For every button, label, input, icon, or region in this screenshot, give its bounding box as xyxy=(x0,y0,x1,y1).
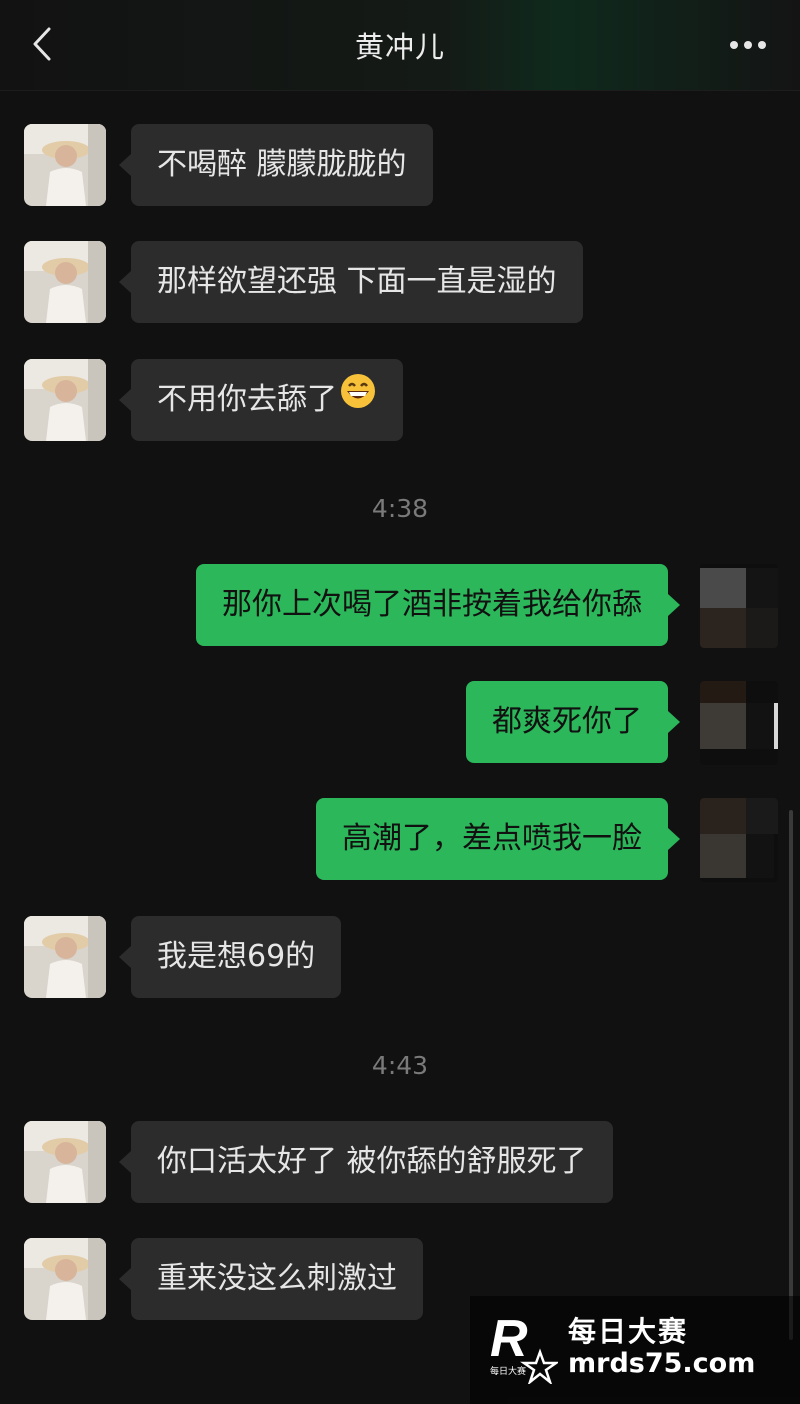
watermark-logo: R 每日大赛 xyxy=(488,1308,560,1386)
incoming-message[interactable]: 不喝醉 朦朦胧胧的 xyxy=(119,124,433,206)
outgoing-message[interactable]: 都爽死你了 xyxy=(466,681,680,763)
svg-text:每日大赛: 每日大赛 xyxy=(490,1365,526,1377)
outgoing-message[interactable]: 那你上次喝了酒非按着我给你舔 xyxy=(196,564,680,646)
user-avatar[interactable] xyxy=(700,681,778,765)
message-text: 你口活太好了 被你舔的舒服死了 xyxy=(157,1144,587,1179)
chat-title: 黄冲儿 xyxy=(354,30,445,64)
contact-avatar[interactable] xyxy=(24,1238,106,1320)
more-dots-icon xyxy=(730,41,766,49)
contact-avatar[interactable] xyxy=(24,124,106,206)
incoming-message[interactable]: 我是想69的 xyxy=(118,916,342,998)
site-watermark: R 每日大赛 每日大赛 mrds75.com xyxy=(470,1296,800,1404)
watermark-name: 每日大赛 xyxy=(568,1315,689,1348)
timestamp: 4:43 xyxy=(371,1051,429,1080)
contact-avatar[interactable] xyxy=(24,359,106,441)
scrollbar[interactable] xyxy=(789,810,793,1340)
message-text: 不用你去舔了 xyxy=(157,382,337,417)
more-button[interactable] xyxy=(726,28,770,62)
message-text: 那样欲望还强 下面一直是湿的 xyxy=(157,264,557,299)
message-text: 都爽死你了 xyxy=(492,704,642,739)
incoming-message[interactable]: 你口活太好了 被你舔的舒服死了 xyxy=(119,1121,613,1203)
contact-avatar[interactable] xyxy=(24,241,106,323)
user-avatar[interactable] xyxy=(700,798,778,882)
incoming-message[interactable]: 不用你去舔了 xyxy=(119,359,403,442)
message-text: 那你上次喝了酒非按着我给你舔 xyxy=(222,587,642,622)
incoming-message[interactable]: 那样欲望还强 下面一直是湿的 xyxy=(119,241,583,323)
message-text: 重来没这么刺激过 xyxy=(157,1261,397,1296)
grinning-face-icon xyxy=(339,360,377,442)
outgoing-message[interactable]: 高潮了，差点喷我一脸 xyxy=(316,798,680,880)
chat-header: 黄冲儿 xyxy=(0,0,800,91)
user-avatar[interactable] xyxy=(700,564,778,648)
timestamp: 4:38 xyxy=(371,494,429,523)
message-text: 我是想69的 xyxy=(157,939,316,974)
incoming-message[interactable]: 重来没这么刺激过 xyxy=(119,1238,423,1320)
svg-text:R: R xyxy=(490,1310,528,1368)
contact-avatar[interactable] xyxy=(24,916,106,998)
watermark-url: mrds75.com xyxy=(568,1348,756,1379)
contact-avatar[interactable] xyxy=(24,1121,106,1203)
message-text: 不喝醉 朦朦胧胧的 xyxy=(157,147,407,182)
message-text: 高潮了，差点喷我一脸 xyxy=(342,821,642,856)
